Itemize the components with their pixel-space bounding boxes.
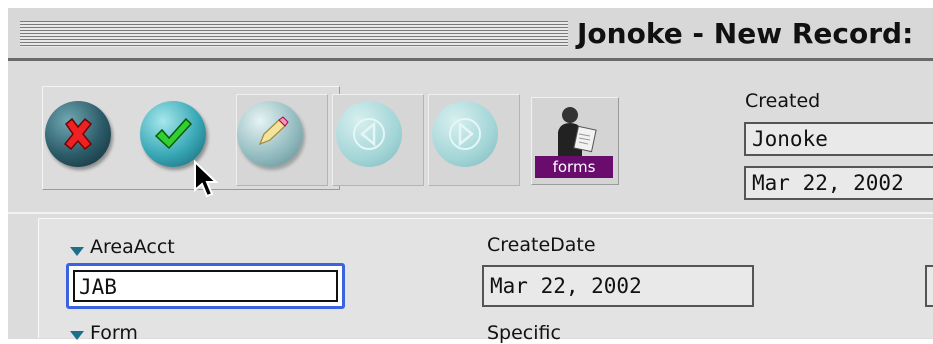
specific-label: Specific [487, 322, 561, 344]
area-acct-input[interactable]: JAB [66, 263, 345, 309]
create-date-label: CreateDate [487, 234, 596, 256]
person-reading-icon [558, 107, 597, 158]
right-arrow-icon [449, 118, 481, 150]
pencil-icon [258, 116, 289, 146]
ok-button[interactable] [140, 101, 206, 167]
forms-button[interactable]: forms [531, 97, 619, 185]
created-date-field[interactable]: Mar 22, 2002 [744, 166, 933, 200]
area-acct-value: JAB [73, 270, 338, 302]
area-acct-label: AreaAcct [90, 236, 175, 258]
forms-label: forms [535, 156, 613, 178]
left-arrow-icon [353, 118, 385, 150]
partial-field[interactable] [925, 265, 933, 307]
created-label: Created [745, 90, 821, 112]
area-acct-disclosure-icon[interactable] [70, 247, 84, 256]
previous-button[interactable] [336, 101, 402, 167]
created-user-field[interactable]: Jonoke [744, 122, 933, 156]
edit-button[interactable] [237, 101, 303, 167]
create-date-field[interactable]: Mar 22, 2002 [482, 265, 754, 307]
mouse-pointer-icon [194, 160, 219, 198]
title-bar[interactable]: Jonoke - New Record: [8, 8, 933, 61]
title-bar-stripes [20, 21, 568, 47]
checkmark-icon [154, 117, 193, 150]
cancel-button[interactable] [45, 101, 111, 167]
window-title: Jonoke - New Record: [571, 14, 914, 54]
form-label: Form [90, 322, 138, 344]
next-button[interactable] [432, 101, 498, 167]
x-icon [63, 117, 93, 151]
form-disclosure-icon[interactable] [70, 331, 84, 340]
